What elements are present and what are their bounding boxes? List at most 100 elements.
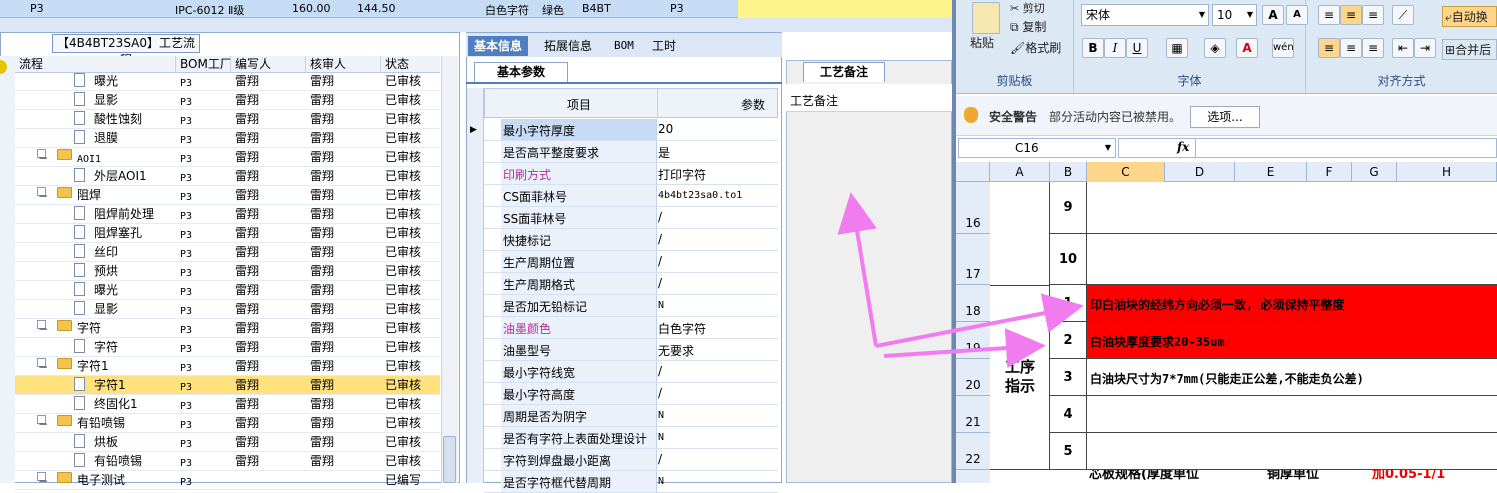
- cut-button[interactable]: ✂ 剪切: [1010, 0, 1045, 16]
- tab-basic-info[interactable]: 基本信息: [468, 36, 529, 56]
- tree-row[interactable]: 显影 P3 雷翔 雷翔 已审核: [15, 300, 440, 319]
- italic-icon[interactable]: I: [1104, 38, 1126, 58]
- tree-row[interactable]: 预烘 P3 雷翔 雷翔 已审核: [15, 262, 440, 281]
- col-bom[interactable]: BOM工厂: [175, 56, 232, 73]
- step-number-cell[interactable]: 5: [1050, 433, 1087, 470]
- param-row[interactable]: 是否加无铅标记 N: [484, 295, 778, 317]
- border-icon[interactable]: ▦: [1166, 38, 1188, 58]
- column-header[interactable]: F: [1307, 162, 1352, 182]
- collapse-toggle-icon[interactable]: −: [37, 415, 48, 431]
- tree-row[interactable]: 显影 P3 雷翔 雷翔 已审核: [15, 91, 440, 110]
- param-value[interactable]: 白色字符: [658, 320, 706, 337]
- grow-font-icon[interactable]: A: [1262, 5, 1284, 25]
- tree-row[interactable]: 丝印 P3 雷翔 雷翔 已审核: [15, 243, 440, 262]
- row-header[interactable]: [956, 470, 990, 483]
- align-left-icon[interactable]: ≡: [1318, 38, 1340, 58]
- col-author[interactable]: 编写人: [230, 56, 305, 73]
- param-row[interactable]: 快捷标记 /: [484, 229, 778, 251]
- tab-process-notes[interactable]: 工艺备注: [803, 62, 885, 82]
- tree-row[interactable]: 外层AOI1 P3 雷翔 雷翔 已审核: [15, 167, 440, 186]
- increase-indent-icon[interactable]: ⇥: [1414, 38, 1436, 58]
- param-row[interactable]: SS面菲林号 /: [484, 207, 778, 229]
- tree-row[interactable]: − 字符 P3 雷翔 雷翔 已审核: [15, 319, 440, 338]
- instruction-cell[interactable]: [1087, 182, 1497, 234]
- instruction-cell[interactable]: [1087, 433, 1497, 470]
- row-header[interactable]: 21: [956, 396, 990, 433]
- param-value[interactable]: /: [658, 276, 662, 290]
- param-row[interactable]: 油墨型号 无要求: [484, 339, 778, 361]
- tree-row[interactable]: − AOI1 P3 雷翔 雷翔 已审核: [15, 148, 440, 167]
- row-header[interactable]: 22: [956, 433, 990, 470]
- param-row[interactable]: 最小字符线宽 /: [484, 361, 778, 383]
- param-value[interactable]: 20: [658, 122, 673, 136]
- paste-button[interactable]: 粘贴: [970, 34, 994, 51]
- tree-row[interactable]: 有铅喷锡 P3 雷翔 雷翔 已审核: [15, 452, 440, 471]
- collapse-toggle-icon[interactable]: −: [37, 472, 48, 488]
- align-top-icon[interactable]: ≡: [1318, 5, 1340, 25]
- column-header[interactable]: G: [1352, 162, 1397, 182]
- align-right-icon[interactable]: ≡: [1362, 38, 1384, 58]
- tree-row[interactable]: 酸性蚀刻 P3 雷翔 雷翔 已审核: [15, 110, 440, 129]
- shrink-font-icon[interactable]: A: [1286, 5, 1308, 25]
- param-row[interactable]: 是否有字符上表面处理设计 N: [484, 427, 778, 449]
- param-value[interactable]: N: [658, 432, 664, 443]
- param-row[interactable]: 最小字符厚度 20: [484, 119, 778, 141]
- tree-row[interactable]: − 有铅喷锡 P3 雷翔 雷翔 已审核: [15, 414, 440, 433]
- col-flow[interactable]: 流程: [15, 56, 175, 73]
- orientation-icon[interactable]: ⟋: [1392, 5, 1414, 25]
- font-name-select[interactable]: 宋体 ▼: [1081, 4, 1209, 26]
- param-row[interactable]: 生产周期位置 /: [484, 251, 778, 273]
- tab-work-hours[interactable]: 工时: [646, 36, 682, 56]
- column-header[interactable]: E: [1235, 162, 1307, 182]
- param-row[interactable]: CS面菲林号 4b4bt23sa0.to1: [484, 185, 778, 207]
- paste-icon[interactable]: [972, 2, 1000, 34]
- param-value[interactable]: N: [658, 476, 664, 487]
- tree-row[interactable]: − 电子测试 P3 已编写: [15, 471, 440, 490]
- tree-row[interactable]: 字符 P3 雷翔 雷翔 已审核: [15, 338, 440, 357]
- tree-row[interactable]: 阻焊塞孔 P3 雷翔 雷翔 已审核: [15, 224, 440, 243]
- param-value[interactable]: /: [658, 232, 662, 246]
- fill-color-icon[interactable]: ◈: [1204, 38, 1226, 58]
- align-bottom-icon[interactable]: ≡: [1362, 5, 1384, 25]
- copy-button[interactable]: ⧉ 复制: [1010, 18, 1046, 35]
- format-painter-button[interactable]: 🖌格式刷: [1010, 39, 1061, 56]
- param-value[interactable]: /: [658, 254, 662, 268]
- font-color-icon[interactable]: A: [1236, 38, 1258, 58]
- tab-basic-params[interactable]: 基本参数: [474, 62, 568, 82]
- tree-row[interactable]: 曝光 P3 雷翔 雷翔 已审核: [15, 281, 440, 300]
- param-row[interactable]: 周期是否为阴字 N: [484, 405, 778, 427]
- param-value[interactable]: 是: [658, 144, 670, 161]
- instruction-cell[interactable]: 白油块厚度要求20-35um: [1087, 322, 1497, 359]
- security-options-button[interactable]: 选项...: [1190, 106, 1260, 128]
- collapse-toggle-icon[interactable]: −: [37, 358, 48, 374]
- param-value[interactable]: 无要求: [658, 342, 694, 359]
- merge-center-button[interactable]: ⊞合并后: [1442, 39, 1497, 60]
- col-reviewer[interactable]: 核审人: [305, 56, 380, 73]
- phonetic-icon[interactable]: wén: [1272, 38, 1294, 58]
- tree-row[interactable]: 终固化1 P3 雷翔 雷翔 已审核: [15, 395, 440, 414]
- param-row[interactable]: 油墨颜色 白色字符: [484, 317, 778, 339]
- process-flow-tab[interactable]: 【4B4BT23SA0】工艺流程: [52, 34, 200, 67]
- column-header[interactable]: D: [1165, 162, 1235, 182]
- column-header[interactable]: C: [1087, 162, 1165, 182]
- tree-row[interactable]: 阻焊前处理 P3 雷翔 雷翔 已审核: [15, 205, 440, 224]
- tree-row[interactable]: 曝光 P3 雷翔 雷翔 已审核: [15, 72, 440, 91]
- underline-icon[interactable]: U: [1126, 38, 1148, 58]
- column-header[interactable]: A: [990, 162, 1050, 182]
- param-row[interactable]: 印刷方式 打印字符: [484, 163, 778, 185]
- param-value[interactable]: N: [658, 300, 664, 311]
- instruction-cell[interactable]: [1087, 234, 1497, 285]
- tree-row[interactable]: 字符1 P3 雷翔 雷翔 已审核: [15, 376, 440, 395]
- wrap-text-button[interactable]: ⤶自动换: [1442, 6, 1497, 27]
- param-value[interactable]: N: [658, 410, 664, 421]
- tree-scrollbar[interactable]: [441, 56, 458, 483]
- instruction-cell[interactable]: [1087, 396, 1497, 433]
- decrease-indent-icon[interactable]: ⇤: [1392, 38, 1414, 58]
- step-number-cell[interactable]: 4: [1050, 396, 1087, 433]
- param-value[interactable]: 打印字符: [658, 166, 706, 183]
- collapse-toggle-icon[interactable]: −: [37, 320, 48, 336]
- formula-bar[interactable]: fx: [1118, 138, 1497, 158]
- tab-extended-info[interactable]: 拓展信息: [538, 36, 598, 56]
- param-value[interactable]: 4b4bt23sa0.to1: [658, 190, 742, 201]
- align-center-icon[interactable]: ≡: [1340, 38, 1362, 58]
